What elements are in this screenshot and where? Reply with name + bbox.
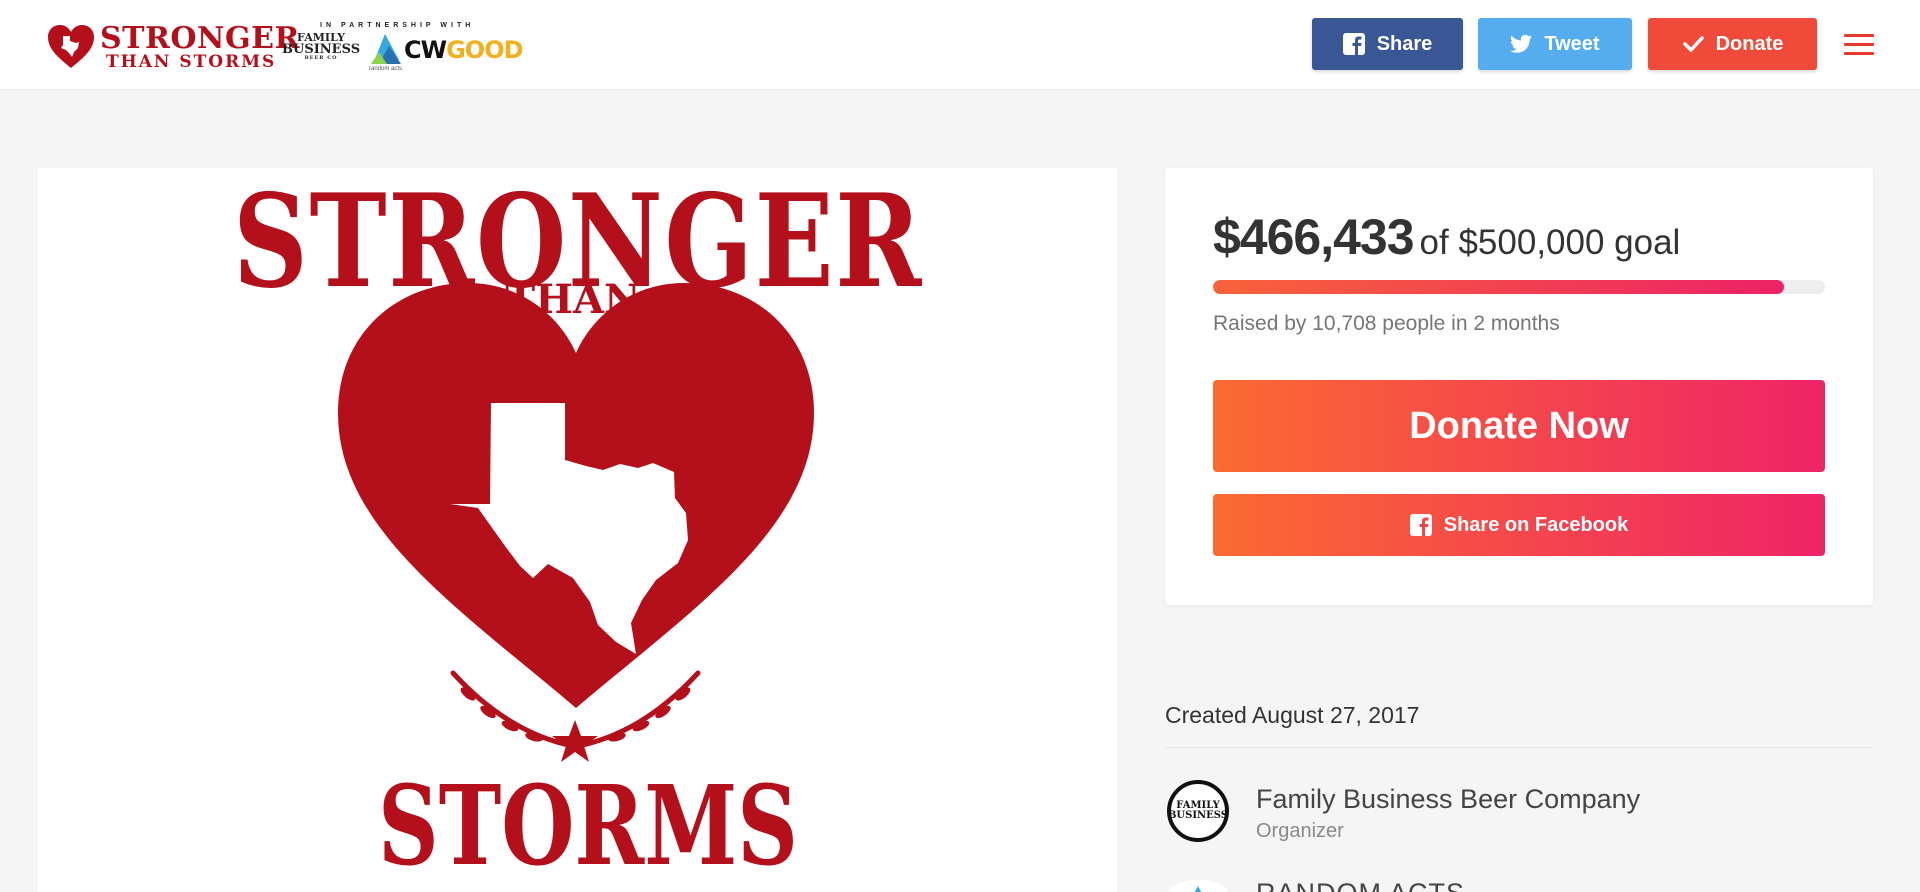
cwgood-logo-good: GOOD [446, 36, 523, 64]
random-acts-logo-icon [371, 34, 401, 64]
header-share-label: Share [1376, 32, 1433, 55]
check-icon [1682, 36, 1704, 52]
partnership-note: IN PARTNERSHIP WITH [320, 22, 475, 29]
stronger-than-storms-logo[interactable]: STRONGER THAN STORMS [46, 22, 300, 72]
organizer-name[interactable]: Family Business Beer Company [1256, 784, 1640, 815]
campaign-image: STRONGER THAN STORMS [233, 168, 921, 890]
family-business-logo: FAMILY BUSINESS BEER CO [282, 32, 360, 61]
random-acts-text: random acts [369, 66, 403, 72]
site-header: STRONGER THAN STORMS IN PARTNERSHIP WITH… [0, 0, 1920, 90]
facebook-icon [1409, 514, 1432, 536]
logo-line-1: STRONGER [100, 20, 300, 56]
progress-bar-fill [1213, 280, 1784, 294]
share-on-facebook-label: Share on Facebook [1443, 513, 1629, 536]
created-date: Created August 27, 2017 [1165, 702, 1420, 728]
organizer-avatar[interactable]: FAMILY BUSINESS [1167, 780, 1229, 842]
campaign-image-card: STRONGER THAN STORMS [38, 168, 1117, 892]
facebook-icon [1342, 33, 1365, 55]
divider [1165, 747, 1873, 748]
header-tweet-button[interactable]: Tweet [1478, 18, 1632, 70]
cwgood-logo-cw: CW [404, 36, 447, 64]
campaign-title-bottom: STORMS [378, 761, 798, 890]
raised-by-text: Raised by 10,708 people in 2 months [1213, 312, 1560, 335]
amount-line: $466,433 of $500,000 goal [1213, 208, 1680, 266]
beneficiary-name[interactable]: RANDOM ACTS [1256, 878, 1465, 892]
goal-text: of $500,000 goal [1419, 223, 1681, 262]
organizer-role: Organizer [1256, 820, 1344, 842]
header-donate-label: Donate [1715, 32, 1784, 55]
amount-raised: $466,433 [1213, 209, 1415, 265]
donation-card: $466,433 of $500,000 goal Raised by 10,70… [1165, 168, 1873, 605]
donate-now-button[interactable]: Donate Now [1213, 380, 1825, 472]
header-share-button[interactable]: Share [1312, 18, 1463, 70]
hamburger-menu-icon[interactable] [1844, 34, 1874, 56]
organizer-avatar-line-2: BUSINESS [1167, 810, 1229, 821]
twitter-icon [1510, 34, 1533, 53]
random-acts-avatar-icon[interactable] [1167, 880, 1229, 892]
logo-line-2: THAN STORMS [106, 51, 277, 72]
heart-texas-icon [48, 25, 94, 68]
header-donate-button[interactable]: Donate [1648, 18, 1817, 70]
header-tweet-label: Tweet [1544, 32, 1600, 55]
cwgood-logo: CWGOOD [404, 36, 524, 64]
progress-bar [1213, 280, 1825, 294]
share-on-facebook-button[interactable]: Share on Facebook [1213, 494, 1825, 556]
